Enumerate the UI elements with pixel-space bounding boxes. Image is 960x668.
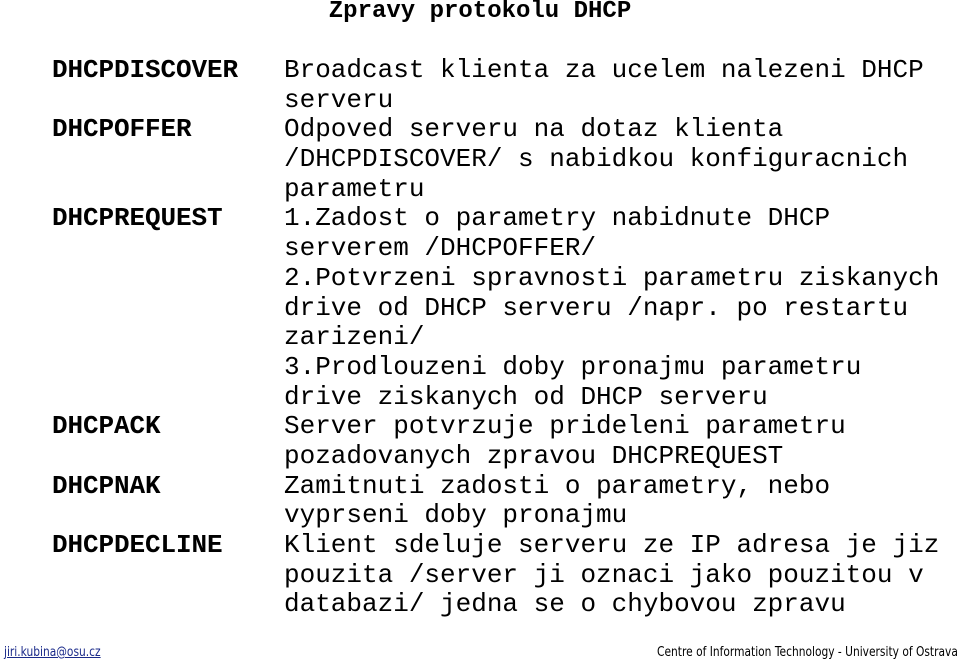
description-line: serveru [284,84,394,115]
message-row-ack: DHCPACK Server potvrzuje prideleni param… [0,412,960,471]
message-description: Server potvrzuje prideleni parametru poz… [284,412,960,471]
message-name: DHCPACK [52,411,161,442]
message-description: Klient sdeluje serveru ze IP adresa je j… [284,530,960,620]
page-title: Zpravy protokolu DHCP [328,0,632,25]
institution-label: Centre of Information Technology - Unive… [657,645,958,660]
description-line: serverem /DHCPOFFER/ [284,233,597,264]
description-line: Zamitnuti zadosti o parametry, nebo [284,470,831,501]
description-line: Broadcast klienta za ucelem nalezeni DHC… [284,55,924,85]
description-line: drive od DHCP serveru /napr. po restartu [284,292,909,323]
message-row-decline: DHCPDECLINE Klient sdeluje serveru ze IP… [0,530,960,620]
description-line: drive ziskanych od DHCP serveru [284,381,768,412]
message-name: DHCPDECLINE [52,530,223,560]
description-line: zarizeni/ [284,322,425,353]
message-description: 1.Zadost o parametry nabidnute DHCP serv… [284,204,960,412]
description-line: /DHCPDISCOVER/ s nabidkou konfiguracnich [284,144,909,175]
description-line: Odpoved serveru na dotaz klienta [284,114,784,145]
message-row-nak: DHCPNAK Zamitnuti zadosti o parametry, n… [0,470,960,531]
message-name: DHCPOFFER [52,114,192,145]
description-line: pozadovanych zpravou DHCPREQUEST [284,440,784,471]
description-line: pouzita /server ji oznaci jako pouzitou … [284,559,924,590]
message-name: DHCPDISCOVER [52,55,239,85]
message-row-discover: DHCPDISCOVER Broadcast klienta za ucelem… [0,55,960,115]
description-line: parametru [284,173,425,204]
message-description: Broadcast klienta za ucelem nalezeni DHC… [284,55,960,115]
message-row-request: DHCPREQUEST 1.Zadost o parametry nabidnu… [0,204,960,412]
message-description: Zamitnuti zadosti o parametry, nebo vypr… [284,470,960,531]
dhcp-messages-table: DHCPDISCOVER Broadcast klienta za ucelem… [0,55,960,620]
description-line: 2.Potvrzeni spravnosti parametru ziskany… [284,262,940,293]
description-line: Klient sdeluje serveru ze IP adresa je j… [284,530,940,560]
description-line: databazi/ jedna se o chybovou zpravu [284,589,846,620]
message-description: Odpoved serveru na dotaz klienta /DHCPDI… [284,115,960,204]
message-row-offer: DHCPOFFER Odpoved serveru na dotaz klien… [0,115,960,204]
description-line: 1.Zadost o parametry nabidnute DHCP [284,203,831,234]
description-line: Server potvrzuje prideleni parametru [284,411,846,442]
author-email-link[interactable]: jiri.kubina@osu.cz [4,645,101,660]
message-name: DHCPREQUEST [52,203,223,234]
description-line: vyprseni doby pronajmu [284,500,628,531]
description-line: 3.Prodlouzeni doby pronajmu parametru [284,351,862,382]
message-name: DHCPNAK [52,470,161,501]
